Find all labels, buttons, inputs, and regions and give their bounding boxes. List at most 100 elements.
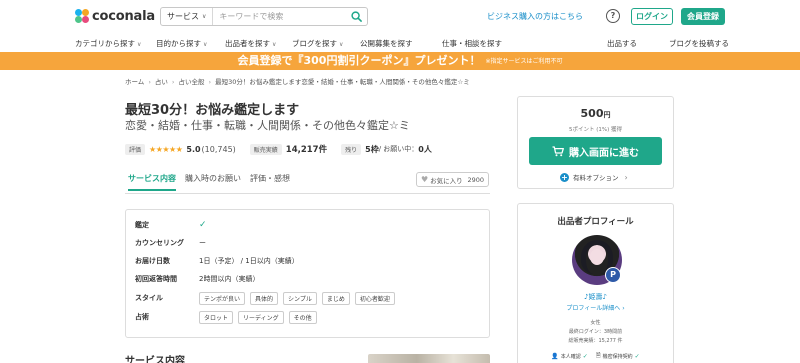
buy-button-label: 購入画面に進む (569, 147, 639, 159)
nav-public-requests[interactable]: 公開募集を探す (360, 38, 413, 49)
detail-label: カウンセリング (135, 239, 184, 247)
price-currency: 円 (603, 111, 611, 119)
paid-options-link[interactable]: + 有料オプション › (560, 172, 628, 182)
promo-banner-text: 会員登録で『300円割引クーポン』プレゼント！ (237, 54, 481, 67)
tab-reviews[interactable]: 評価・感想 (250, 173, 290, 189)
chevron-down-icon: ∨ (137, 41, 142, 48)
person-icon: 👤 (551, 352, 559, 360)
breadcrumb-home[interactable]: ホーム (125, 78, 144, 86)
nav-sell[interactable]: 出品する (607, 38, 637, 49)
nav-jobs[interactable]: 仕事・相談を探す (442, 38, 502, 49)
points-earned: 5ポイント (1%) 獲得 (568, 127, 622, 133)
service-title: 最短30分！お悩み鑑定します (125, 103, 300, 118)
chevron-down-icon: ∨ (339, 41, 344, 48)
style-chip[interactable]: 初心者歓迎 (354, 291, 395, 305)
buy-button[interactable]: 購入画面に進む (529, 137, 662, 165)
platinum-rank-badge: P (605, 267, 621, 283)
remaining-tag: 残り (341, 143, 362, 155)
style-chip[interactable]: テンポが良い (199, 291, 246, 305)
search-category-label: サービス (167, 12, 199, 21)
breadcrumb-current: 最短30分！お悩み鑑定します恋愛・結婚・仕事・転職・人間関係・その他色々鑑定☆ミ (215, 78, 470, 86)
rating-count[interactable]: (10,745) (202, 145, 236, 154)
nav-seller-label: 出品者を探す (225, 39, 270, 48)
tab-service-content[interactable]: サービス内容 (128, 173, 176, 191)
profile-detail-link[interactable]: プロフィール詳細へ › (518, 303, 673, 312)
seller-profile-card: 出品者プロフィール P ♪姫壽♪ プロフィール詳細へ › 女性 最終ログイン：3… (517, 203, 674, 363)
rating-tag: 評価 (125, 143, 146, 155)
detail-row: 鑑定 ✓ (135, 218, 207, 232)
nda-verified: 🗎 機密保持契約 ✓ (596, 351, 640, 361)
search-button[interactable] (345, 8, 367, 25)
detail-row: 初回返答時間 2時間以内（実績） (135, 272, 259, 286)
nav-category[interactable]: カテゴリから探す ∨ (75, 38, 141, 49)
tab-purchase-request[interactable]: 購入時のお願い (185, 173, 241, 189)
sales-tag: 販売実績 (249, 143, 282, 155)
cart-icon (552, 145, 564, 157)
nav-blog[interactable]: ブログを探す ∨ (292, 38, 343, 49)
plus-icon: + (560, 172, 569, 182)
seller-last-login: 最終ログイン：3時間前 (568, 329, 623, 335)
nav-purpose-label: 目的から探す (156, 39, 201, 48)
seller-total-sales: 総販売実績：15,277 件 (568, 338, 623, 344)
section-title-service-content: サービス内容 (125, 356, 185, 363)
inquiry-value: 0人 (418, 144, 432, 154)
detail-value: ー (199, 239, 206, 247)
detail-row: お届け日数 1日（予定） / 1日以内（実績） (135, 254, 299, 268)
service-subtitle: 恋愛・結婚・仕事・転職・人間関係・その他色々鑑定☆ミ (125, 119, 410, 132)
breadcrumb-fortune-all[interactable]: 占い全般 (179, 78, 205, 86)
style-chip[interactable]: まじめ (321, 291, 350, 305)
check-icon: ✓ (199, 220, 207, 230)
seller-gender: 女性 (590, 320, 601, 326)
document-icon: 🗎 (595, 352, 601, 359)
price: 500円 (518, 107, 673, 120)
identity-verified: 👤 本人確認 ✓ (551, 351, 588, 361)
login-button[interactable]: ログイン (631, 8, 673, 25)
rating-value: 5.0 (186, 144, 201, 154)
method-chip[interactable]: リーディング (238, 310, 284, 324)
chevron-down-icon: ∨ (272, 41, 277, 48)
promo-banner[interactable]: 会員登録で『300円割引クーポン』プレゼント！ ※指定サービスはご利用不可 (0, 52, 800, 70)
site-header: coconala サービス ∨ ビジネス購入の方はこちら ? ログイン 会員登録 (0, 0, 800, 34)
breadcrumb-separator: › (148, 78, 151, 86)
detail-row: スタイル テンポが良い 具体的 シンプル まじめ 初心者歓迎 (135, 291, 400, 305)
favorite-label: お気に入り (430, 176, 463, 185)
detail-label: お届け日数 (135, 257, 170, 265)
detail-label: 鑑定 (135, 221, 149, 229)
style-chip[interactable]: 具体的 (250, 291, 279, 305)
search-category-select[interactable]: サービス ∨ (161, 8, 214, 25)
rating-stars: ★★★★★ (149, 144, 183, 154)
nav-purpose[interactable]: 目的から探す ∨ (156, 38, 207, 49)
breadcrumb-fortune[interactable]: 占い (155, 78, 168, 86)
service-detail-table: 鑑定 ✓ カウンセリング ー お届け日数 1日（予定） / 1日以内（実績） 初… (125, 209, 490, 338)
nav-post-blog[interactable]: ブログを投稿する (669, 38, 729, 49)
identity-verified-label: 本人確認 (560, 353, 581, 360)
search-icon (350, 11, 362, 22)
heart-icon: ♥ (421, 175, 429, 184)
favorite-count: 2900 (467, 175, 484, 184)
check-icon: ✓ (634, 352, 640, 360)
nda-verified-label: 機密保持契約 (602, 353, 633, 360)
detail-row: カウンセリング ー (135, 236, 206, 250)
chevron-right-icon: › (624, 172, 628, 182)
check-icon: ✓ (582, 352, 588, 360)
global-nav: カテゴリから探す ∨ 目的から探す ∨ 出品者を探す ∨ ブログを探す ∨ 公開募集を探… (0, 34, 800, 52)
method-chip[interactable]: その他 (288, 310, 317, 324)
favorite-button[interactable]: ♥ お気に入り 2900 (416, 172, 489, 187)
detail-row: 占術 タロット リーディング その他 (135, 310, 322, 324)
detail-label: 初回返答時間 (135, 275, 177, 283)
style-chip[interactable]: シンプル (283, 291, 317, 305)
nav-seller[interactable]: 出品者を探す ∨ (225, 38, 276, 49)
method-chip[interactable]: タロット (199, 310, 234, 324)
tabs-divider (125, 193, 490, 194)
register-button[interactable]: 会員登録 (681, 8, 725, 25)
purchase-box: 500円 5ポイント (1%) 獲得 購入画面に進む + 有料オプション › (517, 96, 674, 189)
breadcrumb-separator: › (171, 78, 175, 86)
search-bar: サービス ∨ (160, 7, 368, 26)
seller-name[interactable]: ♪姫壽♪ (518, 292, 673, 302)
service-image[interactable] (368, 354, 490, 363)
business-purchase-link[interactable]: ビジネス購入の方はこちら (487, 11, 583, 22)
search-input[interactable] (213, 8, 345, 25)
help-icon[interactable]: ? (606, 9, 620, 23)
coconala-logo[interactable]: coconala (75, 8, 155, 24)
sales-value: 14,217件 (285, 145, 328, 155)
